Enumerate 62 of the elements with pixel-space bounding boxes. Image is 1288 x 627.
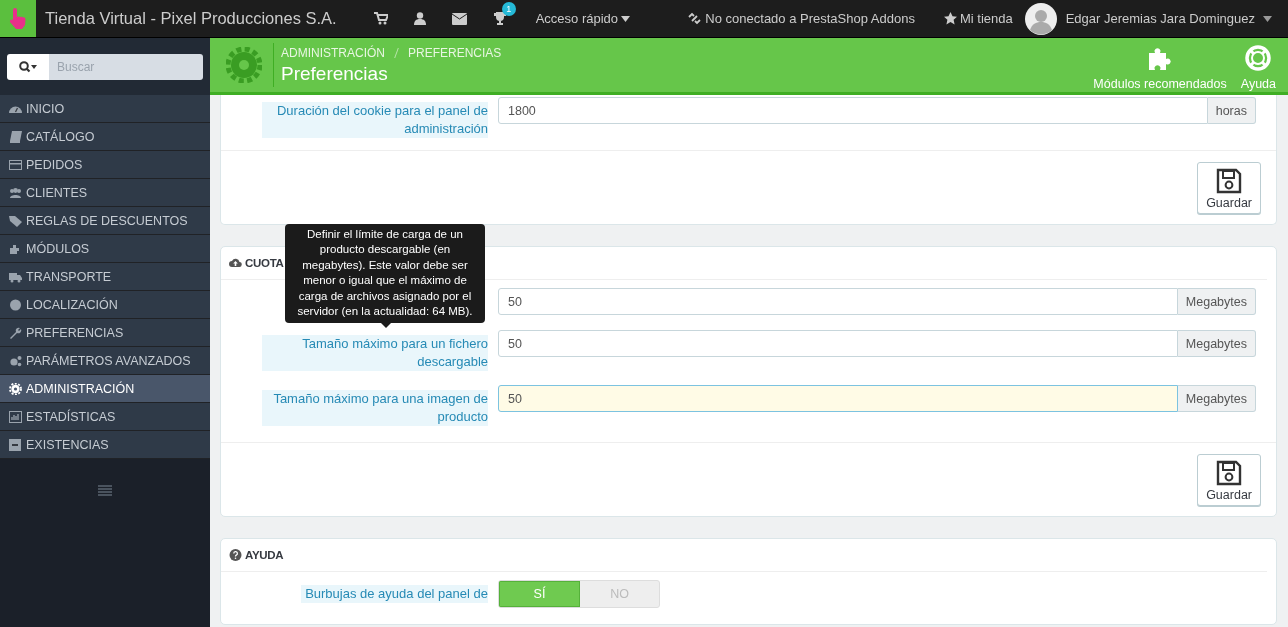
bar-chart-icon [9, 410, 22, 423]
addons-status-link[interactable]: No conectado a PrestaShop Addons [705, 11, 915, 26]
box-icon [9, 438, 22, 451]
unit-addon: horas [1207, 97, 1256, 124]
question-circle-icon [229, 549, 242, 561]
life-ring-icon [1245, 45, 1272, 71]
trophy-icon[interactable] [492, 11, 507, 26]
panel-title: AYUDA [245, 549, 284, 561]
cart-icon[interactable] [373, 12, 388, 25]
sidebar-item[interactable]: TRANSPORTE [0, 263, 210, 291]
mail-icon[interactable] [451, 12, 467, 25]
field-label: Duración del cookie para el panel de administración [262, 102, 488, 138]
gear-icon [226, 47, 262, 83]
cloud-upload-icon [229, 257, 242, 269]
text-input[interactable]: 50 [498, 330, 1178, 357]
page-title: Preferencias [281, 62, 389, 85]
user-name-menu[interactable]: Edgar Jeremias Jara Dominguez [1065, 11, 1255, 26]
search-field[interactable]: Buscar [49, 53, 203, 80]
tag-icon [9, 214, 22, 227]
field-label: Tamaño máximo para una imagen de producto [262, 390, 488, 426]
sidebar-item[interactable]: ESTADÍSTICAS [0, 403, 210, 431]
unit-addon: Megabytes [1177, 330, 1256, 357]
field-label: Tamaño máximo para un fichero descargable [262, 335, 488, 371]
panel-title: CUOTA [245, 257, 284, 269]
user-icon[interactable] [413, 12, 426, 25]
search-icon [19, 60, 37, 73]
notification-badge: 1 [501, 1, 516, 16]
text-input[interactable]: 50 [498, 385, 1178, 412]
field-label: Burbujas de ayuda del panel de [301, 585, 488, 603]
sidebar-item[interactable]: PEDIDOS [0, 151, 210, 179]
sidebar-item[interactable]: EXISTENCIAS [0, 431, 210, 459]
text-input[interactable]: 50 [498, 288, 1178, 315]
sidebar-item[interactable]: INICIO [0, 95, 210, 123]
save-button[interactable]: Guardar [1197, 162, 1261, 214]
sidebar-item[interactable]: PARÁMETROS AVANZADOS [0, 347, 210, 375]
sidebar-item[interactable]: ADMINISTRACIÓN [0, 375, 210, 403]
caret-icon [1263, 15, 1272, 22]
save-button[interactable]: Guardar [1197, 454, 1261, 506]
sidebar-item[interactable]: LOCALIZACIÓN [0, 291, 210, 319]
users-icon [9, 186, 22, 199]
gear-icon [9, 382, 22, 395]
shop-name[interactable]: Tienda Virtual - Pixel Producciones S.A. [45, 9, 337, 28]
star-icon [943, 12, 957, 25]
unit-addon: Megabytes [1177, 288, 1256, 315]
sidebar-item[interactable]: CATÁLOGO [0, 123, 210, 151]
credit-card-icon [9, 158, 22, 171]
sidebar-item[interactable]: MÓDULOS [0, 235, 210, 263]
sidebar-item[interactable]: CLIENTES [0, 179, 210, 207]
quick-access-menu[interactable]: Acceso rápido [535, 11, 619, 26]
search-button[interactable] [7, 53, 49, 80]
my-shop-link[interactable]: Mi tienda [959, 11, 1013, 26]
unlink-icon [687, 11, 703, 26]
avatar-icon[interactable] [1024, 2, 1057, 35]
sidebar-item[interactable]: PREFERENCIAS [0, 319, 210, 347]
truck-icon [9, 270, 22, 283]
puzzle-icon [9, 242, 22, 255]
caret-icon [621, 15, 631, 22]
wrench-icon [9, 326, 22, 339]
text-input[interactable]: 1800 [498, 97, 1208, 124]
sidebar-item[interactable]: REGLAS DE DESCUENTOS [0, 207, 210, 235]
puzzle-icon [1147, 45, 1174, 71]
unit-addon: Megabytes [1177, 385, 1256, 412]
